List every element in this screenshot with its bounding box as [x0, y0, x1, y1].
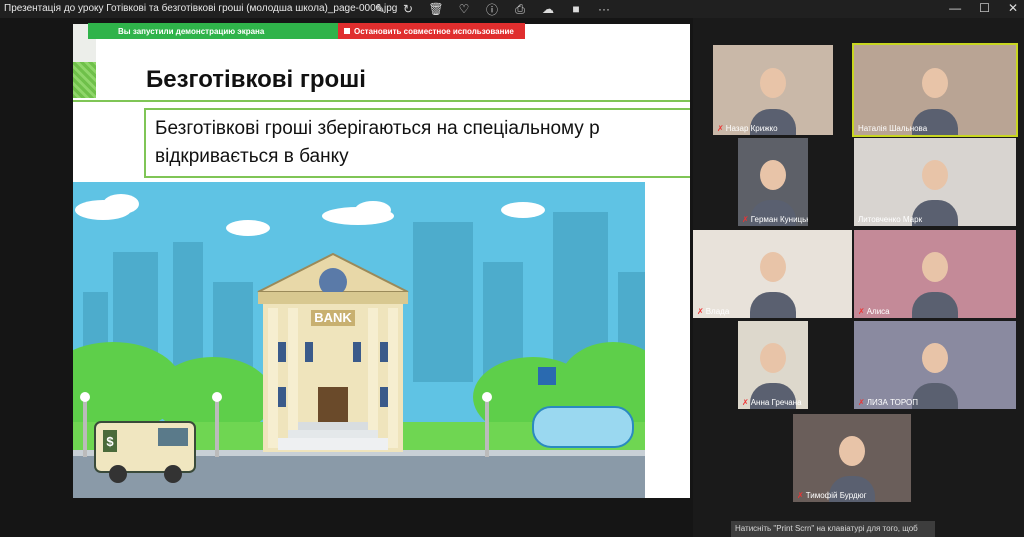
participant-tile[interactable]: ✗ Влада — [693, 230, 852, 318]
maximize-button[interactable]: ☐ — [979, 0, 990, 18]
participant-tile[interactable]: Наталія Шальнова — [852, 43, 1018, 137]
mic-muted-icon: ✗ — [858, 398, 865, 407]
definition-box: Безготівкові гроші зберігаються на спеці… — [144, 108, 690, 178]
cloud-off-icon[interactable]: ☁ — [538, 1, 558, 17]
toolbar: ✎ ↻ 🗑 ♡ ⓘ ⎙ ☁ ■ ··· — [370, 1, 614, 17]
participant-tile[interactable]: ✗ Назар Крижко — [713, 45, 833, 135]
participant-video — [922, 251, 948, 282]
participant-name: ЛИЗА ТОРОП — [866, 398, 918, 407]
print-icon[interactable]: ⎙ — [510, 1, 530, 17]
participant-name-tag: ✗ Алиса — [858, 307, 890, 316]
van-dollar-sign: $ — [106, 434, 114, 449]
close-button[interactable]: ✕ — [1008, 0, 1018, 18]
more-icon[interactable]: ··· — [594, 1, 614, 17]
participant-video — [922, 159, 948, 190]
participant-name-tag: ✗ Тимофій Бурдюг — [797, 491, 867, 500]
participant-name: Герман Куницький — [750, 215, 808, 224]
mic-muted-icon: ✗ — [742, 215, 749, 224]
delete-icon[interactable]: 🗑 — [426, 1, 446, 17]
participant-tile[interactable]: ✗ Тимофій Бурдюг — [793, 414, 911, 502]
minimize-button[interactable]: — — [949, 0, 961, 18]
editor-app-icon[interactable]: ■ — [566, 1, 586, 17]
participant-name-tag: Литовченко Марк — [858, 215, 922, 224]
share-status-label: Вы запустили демонстрацию экрана — [118, 26, 265, 36]
mic-muted-icon: ✗ — [858, 307, 865, 316]
window-titlebar: Презентація до уроку Готівкові та безгот… — [0, 0, 1024, 18]
participant-tile[interactable]: Литовченко Марк — [854, 138, 1016, 226]
stop-icon — [344, 28, 350, 34]
participant-gallery: ✗ Назар Крижко Наталія Шальнова ✗ Герман Кун… — [693, 18, 1024, 537]
participant-name-tag: Наталія Шальнова — [858, 124, 927, 133]
participant-video — [922, 67, 948, 98]
participant-name: Алиса — [866, 307, 890, 316]
participant-video — [922, 342, 948, 373]
window-controls: — ☐ ✕ — [949, 0, 1018, 18]
participant-name-tag: ✗ Анна Гречана — [742, 398, 802, 407]
participant-name: Тимофій Бурдюг — [805, 491, 867, 500]
participant-video — [760, 159, 786, 190]
participant-video — [839, 435, 865, 466]
definition-line-2: відкривається в банку — [155, 146, 349, 167]
participant-body — [912, 383, 958, 409]
participant-video — [759, 251, 786, 282]
participant-tile[interactable]: ✗ ЛИЗА ТОРОП — [854, 321, 1016, 409]
rotate-icon[interactable]: ↻ — [398, 1, 418, 17]
bank-sign: BANK — [314, 310, 352, 325]
participant-video — [760, 67, 786, 98]
slide-deco-pattern — [73, 62, 96, 98]
participant-name: Назар Крижко — [725, 124, 778, 133]
participant-name: Влада — [705, 307, 730, 316]
participant-body — [912, 292, 958, 318]
participant-name: Анна Гречана — [750, 398, 802, 407]
participant-name-tag: ✗ Влада — [697, 307, 729, 316]
mic-muted-icon: ✗ — [697, 307, 704, 316]
participant-name: Литовченко Марк — [858, 215, 923, 224]
slide-title: Безготівкові гроші — [146, 66, 366, 93]
bank-illustration: BANK $ — [73, 182, 645, 498]
print-screen-tooltip: Натисніть "Print Scrn" на клавіатурі для… — [731, 521, 935, 537]
definition-line-1: Безготівкові гроші зберігаються на спеці… — [155, 118, 600, 139]
participant-tile[interactable]: ✗Герман Куницький — [738, 138, 808, 226]
participant-video — [760, 342, 786, 373]
participant-tile[interactable]: ✗ Анна Гречана — [738, 321, 808, 409]
participant-name-tag: ✗ Назар Крижко — [717, 124, 778, 133]
stop-sharing-button[interactable]: Остановить совместное использование — [338, 23, 525, 39]
mic-muted-icon: ✗ — [717, 124, 724, 133]
edit-icon[interactable]: ✎ — [370, 1, 390, 17]
participant-name-tag: ✗ ЛИЗА ТОРОП — [858, 398, 918, 407]
participant-tile[interactable]: ✗ Алиса — [854, 230, 1016, 318]
favorite-icon[interactable]: ♡ — [454, 1, 474, 17]
title-underline — [73, 100, 690, 102]
mic-muted-icon: ✗ — [797, 491, 804, 500]
mic-muted-icon: ✗ — [742, 398, 749, 407]
stop-sharing-label: Остановить совместное использование — [354, 26, 514, 36]
participant-name-tag: ✗Герман Куницький — [742, 215, 808, 224]
presentation-slide: Безготівкові гроші Безготівкові гроші зб… — [73, 24, 690, 498]
participant-name: Наталія Шальнова — [858, 124, 928, 133]
screen-share-status: Вы запустили демонстрацию экрана — [88, 23, 338, 39]
participant-body — [749, 292, 796, 318]
window-title: Презентація до уроку Готівкові та безгот… — [4, 3, 398, 14]
info-icon[interactable]: ⓘ — [482, 1, 502, 17]
